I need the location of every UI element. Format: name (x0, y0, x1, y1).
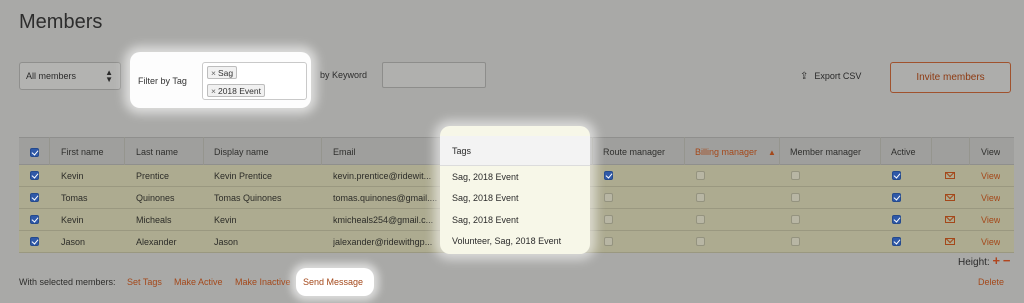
upload-icon: ⇪ (800, 71, 809, 82)
display-name-cell: Kevin (214, 215, 237, 225)
route-manager-checkbox[interactable] (604, 171, 613, 180)
make-inactive-link[interactable]: Make Inactive (235, 277, 291, 287)
view-link[interactable]: View (981, 171, 1000, 181)
active-checkbox[interactable] (892, 193, 901, 202)
tags-cell: Volunteer, Sag, 2018 Event (452, 236, 562, 246)
email-cell: kmicheals254@gmail.c... (333, 215, 434, 225)
billing-manager-checkbox[interactable] (696, 171, 705, 180)
billing-manager-checkbox[interactable] (696, 193, 705, 202)
make-active-link[interactable]: Make Active (174, 277, 223, 287)
last-name-cell: Quinones (136, 193, 175, 203)
column-header-display-name[interactable]: Display name (214, 147, 269, 157)
billing-manager-checkbox[interactable] (696, 215, 705, 224)
bulk-actions-label: With selected members: (19, 277, 116, 287)
first-name-cell: Kevin (61, 171, 84, 181)
column-header-view: View (981, 147, 1001, 157)
height-control: Height: + − (958, 253, 1010, 268)
column-header-last-name[interactable]: Last name (136, 147, 178, 157)
select-arrows-icon: ▲ ▼ (105, 68, 113, 84)
keyword-input[interactable] (382, 62, 486, 88)
member-manager-checkbox[interactable] (791, 237, 800, 246)
member-manager-checkbox[interactable] (791, 193, 800, 202)
mail-icon[interactable] (945, 194, 955, 201)
row-select-checkbox[interactable] (30, 193, 39, 202)
member-manager-checkbox[interactable] (791, 215, 800, 224)
delete-link[interactable]: Delete (978, 277, 1004, 287)
members-select[interactable]: All members ▲ ▼ (19, 62, 121, 90)
tags-cell: Sag, 2018 Event (452, 215, 519, 225)
select-all-checkbox[interactable] (30, 148, 39, 157)
email-cell: kevin.prentice@ridewit... (333, 171, 432, 181)
column-header-billing-manager[interactable]: Billing manager (695, 147, 757, 157)
column-header-tags[interactable]: Tags (452, 146, 471, 156)
remove-tag-icon[interactable]: × (211, 68, 216, 78)
member-manager-checkbox[interactable] (791, 171, 800, 180)
first-name-cell: Tomas (61, 193, 88, 203)
invite-members-button[interactable]: Invite members (890, 62, 1011, 93)
billing-manager-checkbox[interactable] (696, 237, 705, 246)
page-title: Members (19, 11, 103, 33)
decrease-height-button[interactable]: − (1003, 253, 1011, 268)
column-header-active[interactable]: Active (891, 147, 916, 157)
column-header-member-manager[interactable]: Member manager (790, 147, 861, 157)
filter-by-tag-label: Filter by Tag (138, 76, 187, 86)
tag-chip[interactable]: × Sag (207, 66, 238, 79)
row-select-checkbox[interactable] (30, 215, 39, 224)
row-select-checkbox[interactable] (30, 171, 39, 180)
row-select-checkbox[interactable] (30, 237, 39, 246)
column-header-route-manager[interactable]: Route manager (603, 147, 665, 157)
tag-chip[interactable]: × 2018 Event (207, 84, 265, 97)
active-checkbox[interactable] (892, 215, 901, 224)
keyword-label: by Keyword (320, 70, 368, 80)
display-name-cell: Kevin Prentice (214, 171, 273, 181)
members-select-value: All members (26, 71, 77, 81)
tag-filter-highlight: Filter by Tag × Sag × 2018 Event (130, 52, 311, 108)
route-manager-checkbox[interactable] (604, 193, 613, 202)
column-header-first-name[interactable]: First name (61, 147, 104, 157)
route-manager-checkbox[interactable] (604, 215, 613, 224)
view-link[interactable]: View (981, 237, 1000, 247)
active-checkbox[interactable] (892, 237, 901, 246)
first-name-cell: Kevin (61, 215, 84, 225)
increase-height-button[interactable]: + (992, 253, 1000, 268)
view-link[interactable]: View (981, 215, 1000, 225)
column-header-email[interactable]: Email (333, 147, 356, 157)
height-label: Height: (958, 257, 990, 268)
last-name-cell: Prentice (136, 171, 170, 181)
email-cell: tomas.quinones@gmail.... (333, 193, 438, 203)
send-message-link[interactable]: Send Message (303, 277, 363, 287)
mail-icon[interactable] (945, 238, 955, 245)
first-name-cell: Jason (61, 237, 86, 247)
mail-icon[interactable] (945, 216, 955, 223)
tag-filter-input[interactable]: × Sag × 2018 Event (202, 62, 307, 100)
tags-cell: Sag, 2018 Event (452, 193, 519, 203)
set-tags-link[interactable]: Set Tags (127, 277, 162, 287)
display-name-cell: Tomas Quinones (214, 193, 282, 203)
remove-tag-icon[interactable]: × (211, 86, 216, 96)
mail-icon[interactable] (945, 172, 955, 179)
view-link[interactable]: View (981, 193, 1000, 203)
last-name-cell: Alexander (136, 237, 177, 247)
export-csv-button[interactable]: ⇪ Export CSV (800, 71, 861, 82)
last-name-cell: Micheals (136, 215, 172, 225)
display-name-cell: Jason (214, 237, 239, 247)
tags-header: Tags (440, 136, 590, 166)
tags-column-highlight: Tags Sag, 2018 Event Sag, 2018 Event Sag… (440, 126, 590, 254)
active-checkbox[interactable] (892, 171, 901, 180)
route-manager-checkbox[interactable] (604, 237, 613, 246)
email-cell: jalexander@ridewithgp... (333, 237, 433, 247)
tags-cell: Sag, 2018 Event (452, 172, 519, 182)
sort-ascending-icon: ▲ (768, 148, 776, 157)
